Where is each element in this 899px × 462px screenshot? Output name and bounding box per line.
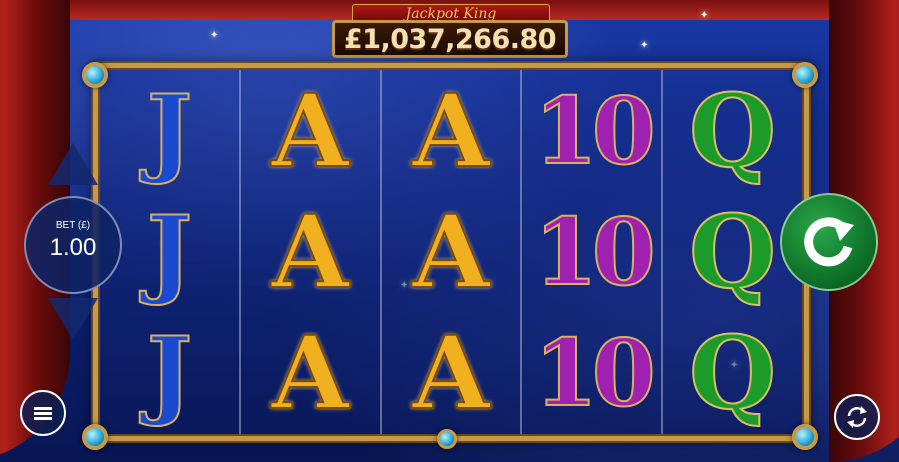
bet-label: BET (£) — [55, 220, 91, 231]
bet-value: 1.00 — [49, 234, 97, 261]
reel-symbol-a: A — [270, 71, 350, 190]
reel-symbol-10: 10 — [533, 197, 657, 306]
reel-symbol-a: A — [411, 314, 491, 433]
frame-gem-bottom — [437, 429, 457, 449]
reel-symbol-10: 10 — [533, 76, 657, 185]
bet-increase-button[interactable] — [48, 143, 98, 185]
hamburger-icon — [34, 405, 52, 422]
spin-arrow-icon — [804, 217, 854, 267]
menu-button[interactable] — [20, 390, 66, 436]
autoplay-button[interactable] — [834, 394, 880, 440]
spin-button[interactable] — [780, 193, 878, 291]
reel-symbol-a: A — [411, 192, 491, 311]
reel-symbol-a: A — [411, 71, 491, 190]
bet-display: BET (£) 1.00 — [24, 196, 122, 294]
corner-gem-top-left — [82, 62, 108, 88]
jackpot-display: Jackpot King £1,037,266.80 — [332, 0, 568, 60]
reel-4: 10 10 10 — [522, 70, 664, 434]
corner-gem-bottom-left — [82, 424, 108, 450]
refresh-icon — [847, 406, 867, 428]
reel-symbol-j: J — [146, 316, 193, 430]
sparkle-icon: ✦ — [210, 30, 219, 41]
reel-grid: J J J A A A A A A 10 10 10 Q Q Q — [100, 70, 802, 434]
reel-symbol-q: Q — [688, 314, 777, 433]
sparkle-icon: ✦ — [700, 10, 709, 21]
reel-symbol-10: 10 — [533, 319, 657, 428]
reel-symbol-a: A — [270, 192, 350, 311]
reel-symbol-j: J — [146, 194, 193, 308]
reel-3: A A A — [381, 70, 523, 434]
sparkle-icon: ✦ — [640, 40, 649, 51]
bet-decrease-button[interactable] — [48, 298, 98, 340]
reel-2: A A A — [240, 70, 382, 434]
jackpot-amount-box: £1,037,266.80 — [332, 20, 568, 58]
reel-symbol-j: J — [146, 73, 193, 187]
reel-symbol-q: Q — [688, 71, 777, 190]
corner-gem-bottom-right — [792, 424, 818, 450]
reel-symbol-q: Q — [688, 192, 777, 311]
corner-gem-top-right — [792, 62, 818, 88]
reel-symbol-a: A — [270, 314, 350, 433]
jackpot-amount: £1,037,266.80 — [343, 23, 557, 55]
